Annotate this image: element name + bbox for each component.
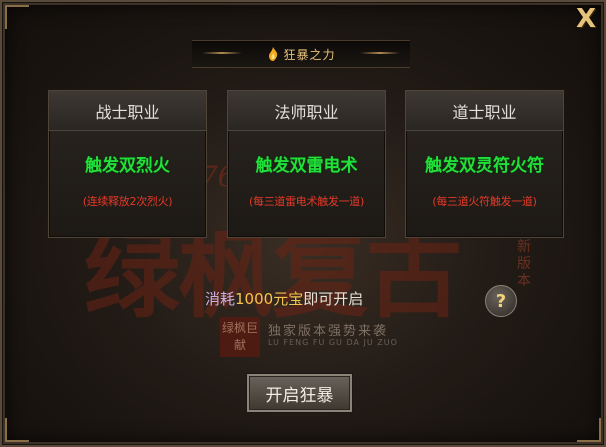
card-taoist: 道士职业 触发双灵符火符 (每三道火符触发一道) <box>405 90 564 238</box>
banner-ornament <box>360 52 400 54</box>
card-mage: 法师职业 触发双雷电术 (每三道雷电术触发一道) <box>227 90 386 238</box>
dialog-title: 狂暴之力 <box>283 47 336 62</box>
corner-ornament <box>5 5 29 29</box>
title-banner: 狂暴之力 <box>192 40 410 68</box>
card-note: (连续释放2次烈火) <box>82 195 173 208</box>
banner-ornament <box>202 52 242 54</box>
start-rage-button[interactable]: 开启狂暴 <box>247 374 352 412</box>
watermark-pinyin: LU FENG FU GU DA JU ZUO <box>268 338 398 347</box>
card-effect: 触发双雷电术 <box>255 156 358 176</box>
card-note: (每三道火符触发一道) <box>432 195 537 208</box>
corner-ornament <box>5 418 29 442</box>
question-icon[interactable]: ? <box>485 285 517 317</box>
card-class-name: 战士职业 <box>49 91 206 131</box>
cost-suffix: 即可开启 <box>303 290 364 308</box>
card-note: (每三道雷电术触发一道) <box>249 195 364 208</box>
flame-icon <box>269 47 278 61</box>
card-effect: 触发双灵符火符 <box>425 156 544 176</box>
cost-prefix: 消耗 <box>205 290 236 308</box>
card-class-name: 法师职业 <box>228 91 385 131</box>
card-class-name: 道士职业 <box>406 91 563 131</box>
close-icon[interactable]: X <box>572 5 600 33</box>
corner-ornament <box>577 418 601 442</box>
cost-line: 消耗1000元宝即可开启 <box>205 288 363 309</box>
card-effect: 触发双烈火 <box>85 156 170 176</box>
cost-amount: 1000元宝 <box>235 290 304 308</box>
watermark-tagline: 独家版本强势来袭 <box>268 324 389 339</box>
dialog-frame: 176 绿枫复古 全新版本 绿枫巨献 独家版本强势来袭 LU FENG FU G… <box>0 0 606 447</box>
watermark-seal: 绿枫巨献 <box>220 317 260 357</box>
card-warrior: 战士职业 触发双烈火 (连续释放2次烈火) <box>48 90 207 238</box>
